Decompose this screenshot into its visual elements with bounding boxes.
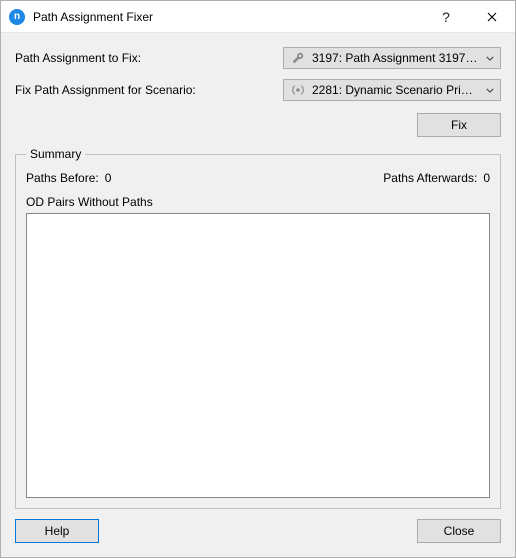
title-bar: n Path Assignment Fixer ? [1, 1, 515, 33]
paths-afterwards-value: 0 [483, 171, 490, 185]
paths-before-label: Paths Before: [26, 171, 99, 185]
row-scenario: Fix Path Assignment for Scenario: 2281: … [15, 79, 501, 101]
paths-afterwards: Paths Afterwards: 0 [383, 171, 490, 185]
summary-group: Summary Paths Before: 0 Paths Afterwards… [15, 147, 501, 509]
paths-before-value: 0 [105, 171, 112, 185]
footer: Help Close [15, 519, 501, 543]
row-path-assignment: Path Assignment to Fix: 3197: Path Assig… [15, 47, 501, 69]
label-scenario: Fix Path Assignment for Scenario: [15, 83, 283, 97]
paths-count-row: Paths Before: 0 Paths Afterwards: 0 [26, 171, 490, 185]
help-button[interactable]: Help [15, 519, 99, 543]
row-fix-button: Fix [15, 113, 501, 137]
close-button[interactable]: Close [417, 519, 501, 543]
dropdown-path-assignment-text: 3197: Path Assignment 3197 DUE [312, 51, 478, 65]
od-pairs-block: OD Pairs Without Paths [26, 195, 490, 498]
summary-legend: Summary [26, 147, 85, 161]
window-title: Path Assignment Fixer [33, 10, 423, 24]
chevron-down-icon [484, 56, 496, 61]
dialog-window: n Path Assignment Fixer ? Path Assignmen… [0, 0, 516, 558]
dropdown-path-assignment[interactable]: 3197: Path Assignment 3197 DUE [283, 47, 501, 69]
wrench-icon [290, 50, 306, 66]
signal-icon [290, 82, 306, 98]
label-path-assignment: Path Assignment to Fix: [15, 51, 283, 65]
close-icon[interactable] [469, 1, 515, 32]
dropdown-scenario-text: 2281: Dynamic Scenario Priority [312, 83, 478, 97]
paths-before: Paths Before: 0 [26, 171, 111, 185]
app-icon: n [9, 9, 25, 25]
fix-button[interactable]: Fix [417, 113, 501, 137]
help-icon[interactable]: ? [423, 1, 469, 32]
paths-afterwards-label: Paths Afterwards: [383, 171, 477, 185]
title-controls: ? [423, 1, 515, 32]
dropdown-scenario[interactable]: 2281: Dynamic Scenario Priority [283, 79, 501, 101]
od-pairs-listbox[interactable] [26, 213, 490, 498]
dialog-content: Path Assignment to Fix: 3197: Path Assig… [1, 33, 515, 557]
chevron-down-icon [484, 88, 496, 93]
od-pairs-label: OD Pairs Without Paths [26, 195, 490, 209]
